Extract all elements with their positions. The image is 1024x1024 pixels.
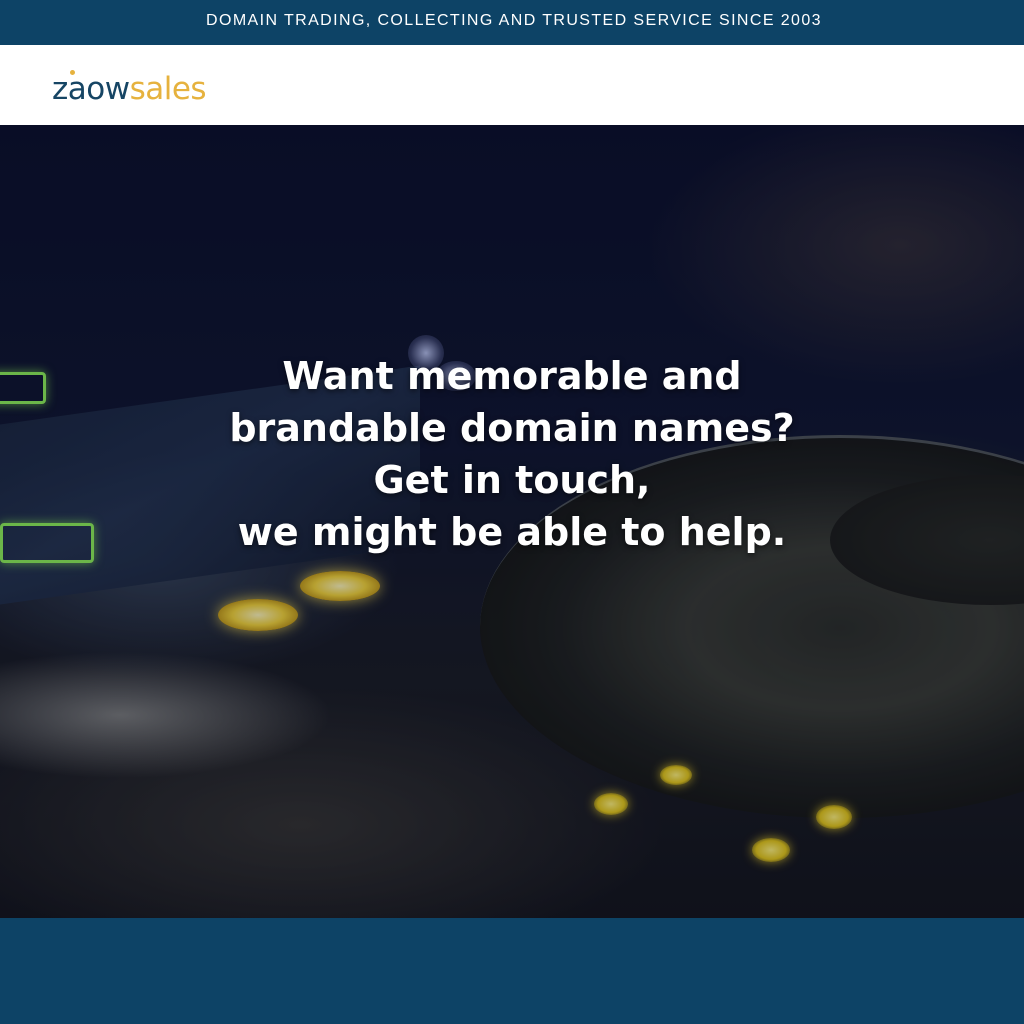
logo-text-zaow: zaow: [52, 71, 130, 107]
hero-headline: Want memorable and brandable domain name…: [0, 350, 1024, 558]
hero-banner: Want memorable and brandable domain name…: [0, 125, 1024, 918]
headline-line: brandable domain names?: [229, 406, 795, 450]
logo-text-sales: sales: [129, 71, 207, 107]
headline-line: Get in touch,: [373, 458, 651, 502]
headline-line: Want memorable and: [282, 354, 742, 398]
footer-band: [0, 918, 1024, 1024]
logo-dot-icon: [70, 70, 75, 75]
site-header: zaow sales: [0, 45, 1024, 125]
top-announcement-bar: DOMAIN TRADING, COLLECTING AND TRUSTED S…: [0, 0, 1024, 45]
site-logo[interactable]: zaow sales: [52, 67, 207, 107]
headline-line: we might be able to help.: [237, 510, 787, 554]
tagline-text: DOMAIN TRADING, COLLECTING AND TRUSTED S…: [206, 11, 822, 29]
